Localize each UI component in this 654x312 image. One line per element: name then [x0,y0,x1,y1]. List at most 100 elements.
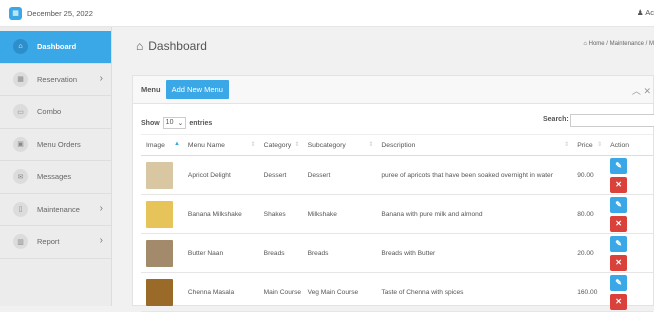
chart-icon: ▥ [13,234,28,250]
entries-value: 10 [165,119,174,126]
sidebar-item-label: Report [37,237,60,247]
edit-button[interactable]: ✎ [610,274,628,291]
collapse-icon[interactable]: ︿ [632,86,641,96]
file-icon: ▯ [13,201,28,217]
price-cell: 20.00 [572,233,606,273]
subcategory-cell: Dessert [302,155,377,195]
price-cell: 80.00 [572,194,606,234]
column-header-category[interactable]: Category ⇕ [258,134,303,156]
menu-item-image [146,161,173,189]
close-icon: ✕ [615,297,622,306]
image-cell [141,233,183,273]
sort-icon: ⇕ [564,142,570,148]
search-label: Search: [543,116,569,123]
sidebar-item-menu-orders[interactable]: ▣ Menu Orders [0,129,111,161]
sort-icon: ⇕ [294,142,300,148]
subcategory-cell: Breads [302,233,377,273]
sidebar-item-report[interactable]: ▥ Report › [0,226,111,259]
menu-panel: Menu Add New Menu ︿ ✕ Show 10 ⌄ entries S… [132,75,654,312]
delete-button[interactable]: ✕ [610,293,628,310]
sidebar-item-label: Messages [37,172,72,182]
sidebar-item-label: Reservation [37,74,78,84]
chevron-right-icon: › [99,235,103,246]
column-header-label: Image [146,141,165,149]
delete-button[interactable]: ✕ [610,176,628,193]
page-title-text: Dashboard [148,39,207,53]
edit-button[interactable]: ✎ [610,157,628,174]
sort-asc-icon: ▲ [173,141,180,147]
column-header-image[interactable]: Image ▲ [141,134,183,156]
chevron-right-icon: › [99,202,103,214]
column-header-label: Action [610,141,630,149]
description-cell: Breads with Butter [376,233,573,273]
menu-name-cell: Banana Milkshake [182,194,259,234]
calendar-icon: ▦ [13,71,28,87]
column-header-label: Description [381,141,416,149]
pencil-icon: ✎ [615,278,622,287]
edit-button[interactable]: ✎ [610,235,628,252]
panel-title: Menu [141,85,161,94]
page-header: ⌂ Dashboard ⌂ Home / Maintenance / M [112,27,654,65]
panel-header: Menu Add New Menu ︿ ✕ [133,76,653,104]
menu-name-cell: Apricot Delight [182,155,259,195]
column-header-price[interactable]: Price ⇕ [572,134,606,156]
column-header-label: Category [263,141,292,149]
top-bar: ▦ December 25, 2022 ♟ Ac [0,0,654,27]
edit-button[interactable]: ✎ [610,196,628,213]
entries-label: entries [189,119,213,127]
main-content: ⌂ Dashboard ⌂ Home / Maintenance / M Menu… [112,27,654,312]
close-icon: ✕ [615,258,622,267]
description-cell: Banana with pure milk and almond [376,194,573,234]
column-header-description[interactable]: Description ⇕ [376,134,573,156]
sidebar-item-messages[interactable]: ✉ Messages [0,161,111,194]
menu-table: Image ▲ Menu Name ⇕ Category ⇕ Subcategory ⇕ Des… [141,134,653,312]
add-new-menu-button[interactable]: Add New Menu [165,80,229,99]
envelope-icon: ✉ [13,169,28,185]
description-cell: puree of apricots that have been soaked … [376,155,573,195]
sort-icon: ⇕ [250,142,256,148]
chevron-right-icon: › [99,72,103,84]
sidebar-item-dashboard[interactable]: ⌂ Dashboard [0,31,111,64]
table-row: Butter Naan Breads Breads Breads with Bu… [141,233,653,273]
sidebar-item-reservation[interactable]: ▦ Reservation › [0,64,111,96]
pencil-icon: ✎ [615,239,622,248]
category-cell: Breads [258,233,303,273]
menu-item-image [146,200,173,228]
sort-icon: ⇕ [368,142,374,148]
home-icon: ⌂ [13,39,28,55]
pencil-icon: ✎ [615,161,622,170]
price-cell: 90.00 [572,155,606,195]
user-icon: ♟ [636,8,646,17]
close-icon[interactable]: ✕ [643,86,651,96]
sort-icon: ⇕ [597,142,603,148]
home-icon: ⌂ [136,39,144,53]
column-header-action[interactable]: Action [605,134,653,156]
image-cell [141,194,183,234]
sidebar-item-label: Dashboard [37,42,77,52]
column-header-menu-name[interactable]: Menu Name ⇕ [182,134,259,156]
action-cell: ✎ ✕ [605,155,653,195]
sidebar-item-label: Combo [37,107,62,117]
sidebar-item-maintenance[interactable]: ▯ Maintenance › [0,194,111,226]
entries-select[interactable]: 10 ⌄ [162,117,187,129]
column-header-label: Price [577,141,593,149]
table-row: Apricot Delight Dessert Dessert puree of… [141,155,653,195]
menu-item-image [146,278,173,306]
table-header-row: Image ▲ Menu Name ⇕ Category ⇕ Subcategory ⇕ Des… [141,134,653,156]
category-cell: Dessert [258,155,303,195]
breadcrumb-text[interactable]: Home / Maintenance / M [589,41,654,47]
delete-button[interactable]: ✕ [610,254,628,271]
column-header-subcategory[interactable]: Subcategory ⇕ [302,134,377,156]
user-menu[interactable]: ♟ Ac [637,8,654,17]
table-row: Banana Milkshake Shakes Milkshake Banana… [141,194,653,234]
delete-button[interactable]: ✕ [610,215,628,232]
breadcrumb[interactable]: ⌂ Home / Maintenance / M [583,41,654,47]
list-icon: ▣ [13,136,28,152]
sidebar: ⌂ Dashboard ▦ Reservation › ▭ Combo ▣ Menu Order… [0,27,112,306]
close-icon: ✕ [615,219,622,228]
sidebar-item-combo[interactable]: ▭ Combo [0,96,111,129]
page-title: ⌂ Dashboard [136,39,207,53]
search-input[interactable] [570,114,654,127]
current-date: December 25, 2022 [27,8,93,18]
subcategory-cell: Milkshake [302,194,377,234]
